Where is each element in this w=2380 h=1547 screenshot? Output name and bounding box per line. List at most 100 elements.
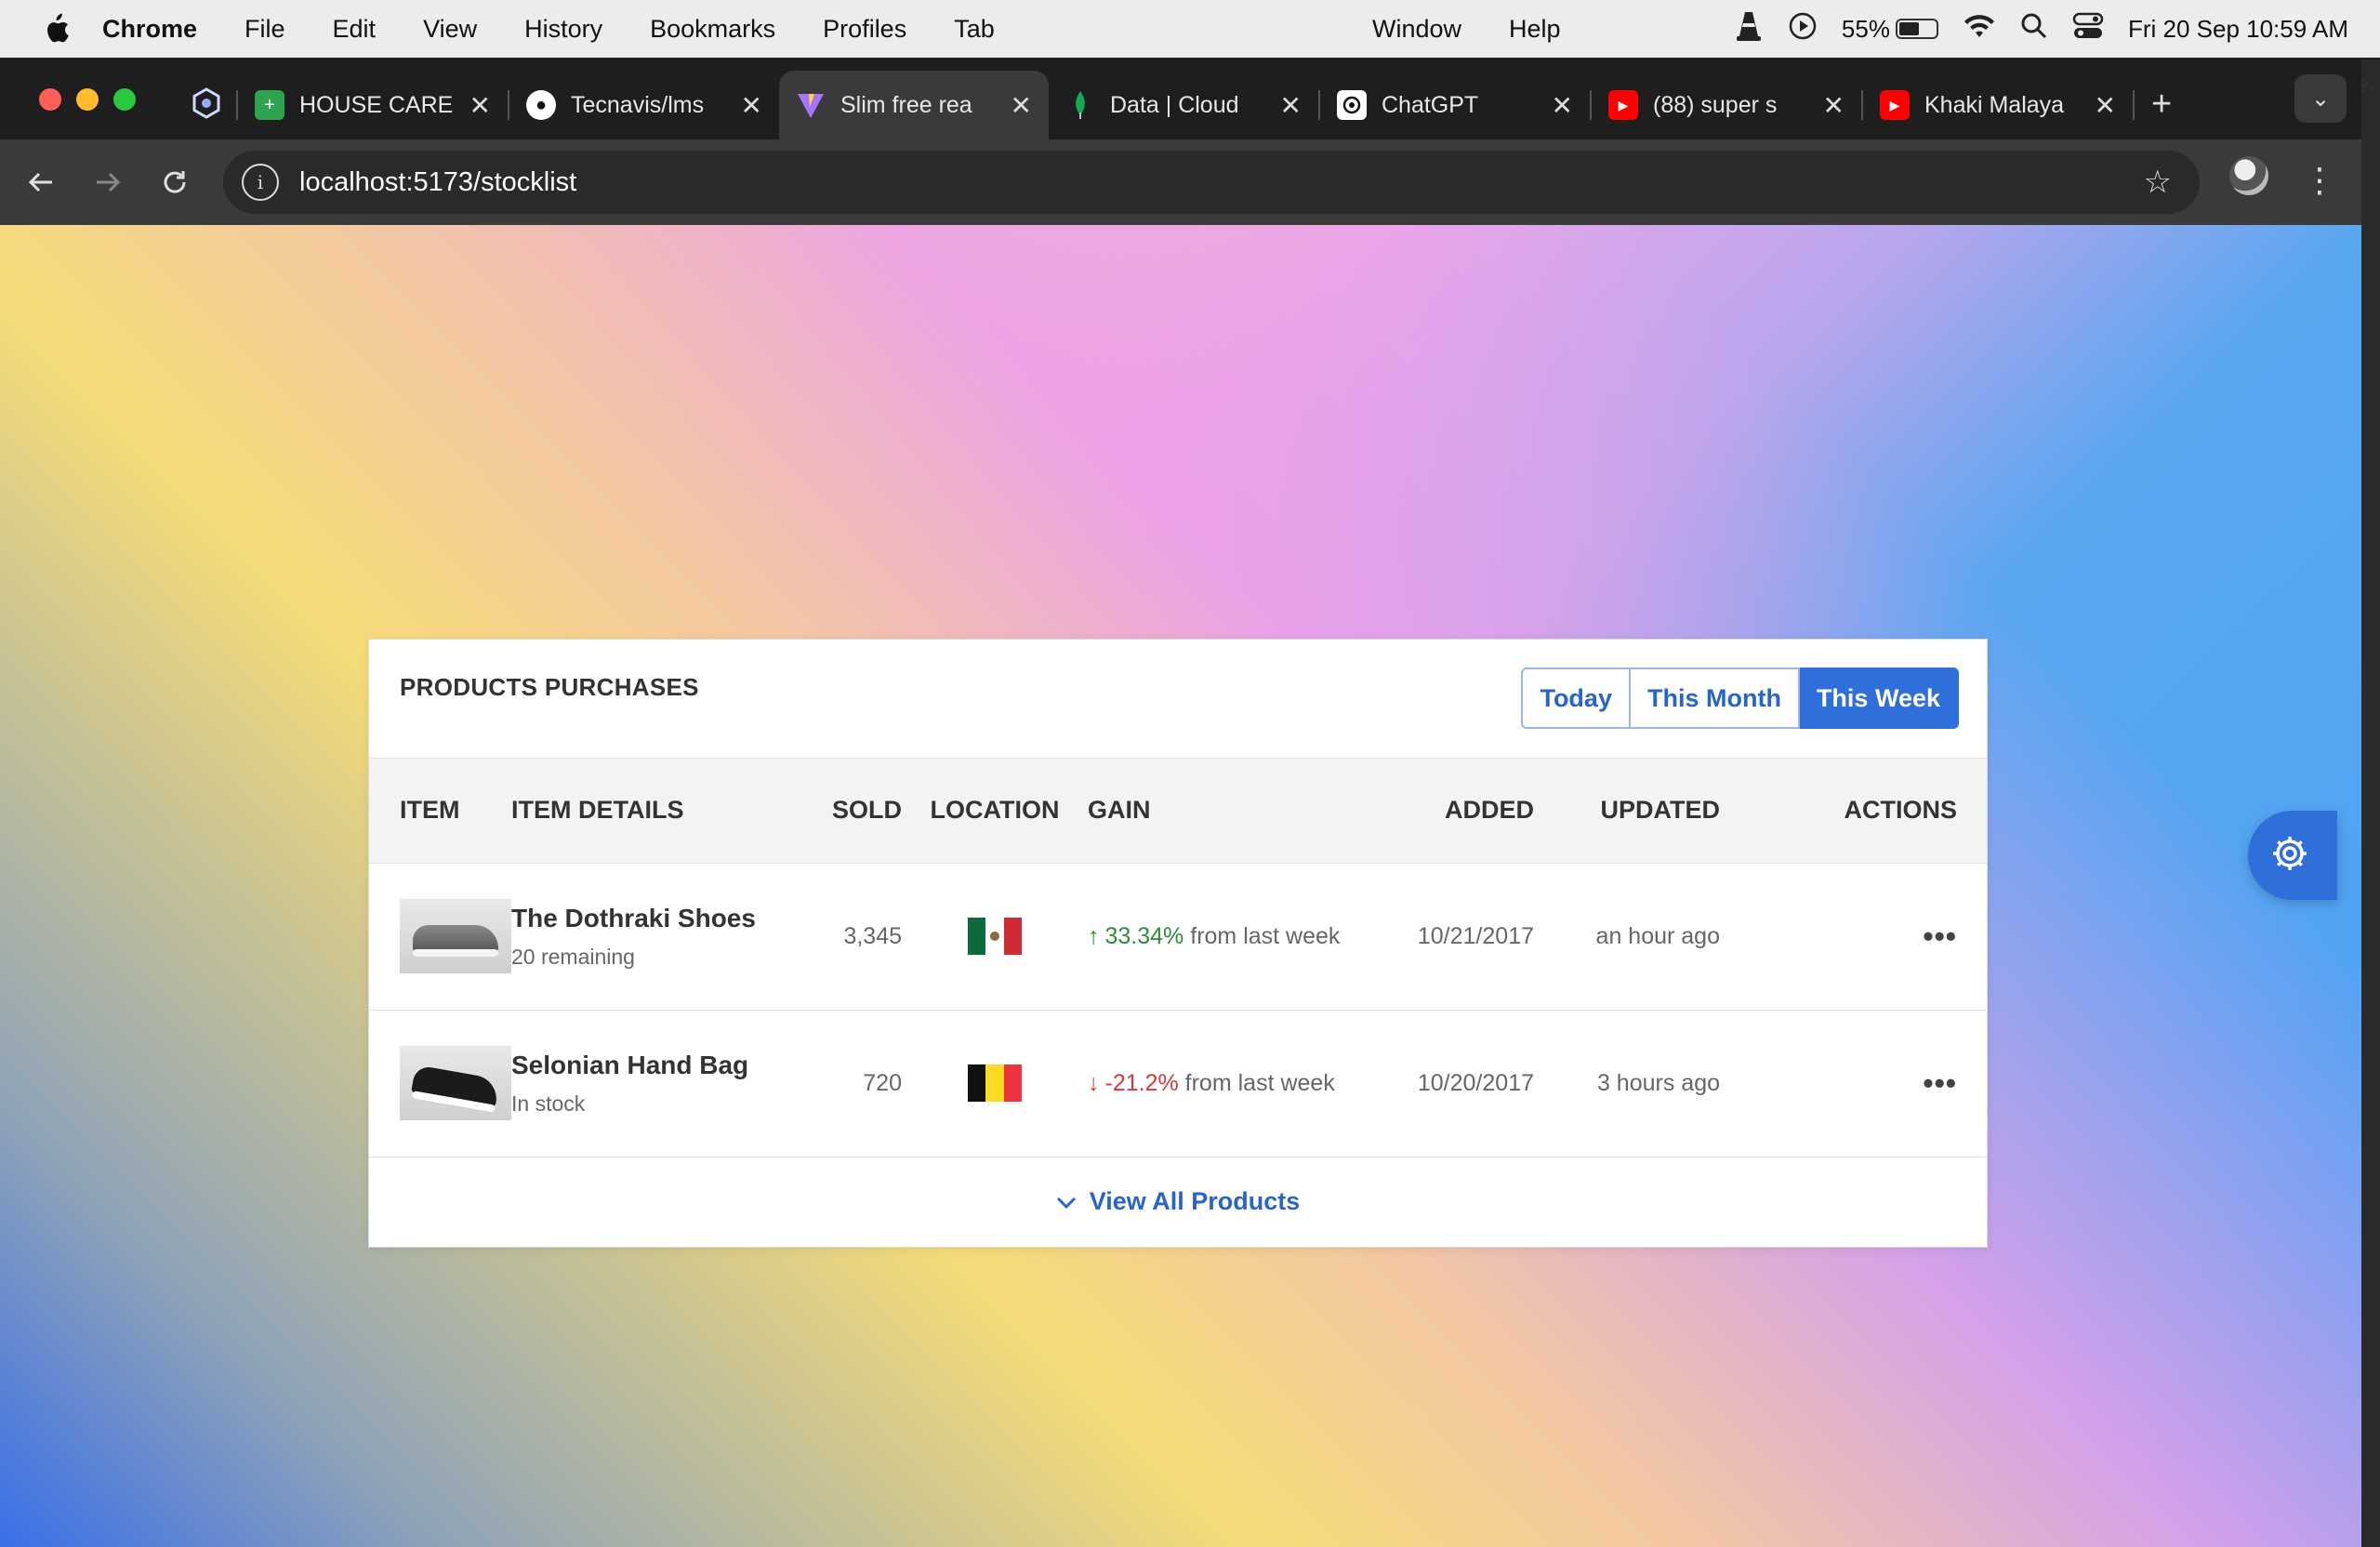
sold-count: 3,345 <box>843 922 902 949</box>
filter-this-week-button[interactable]: This Week <box>1799 668 1959 729</box>
belgium-flag-icon <box>968 1064 1022 1102</box>
battery-percent: 55% <box>1841 14 1890 43</box>
filter-this-month-button[interactable]: This Month <box>1630 668 1800 729</box>
filter-today-button[interactable]: Today <box>1521 668 1631 729</box>
table-row: The Dothraki Shoes 20 remaining 3,345 ↑ … <box>369 863 1987 1010</box>
menu-profiles[interactable]: Profiles <box>823 15 906 44</box>
view-all-products-link[interactable]: View All Products <box>1056 1186 1301 1216</box>
menu-window[interactable]: Window <box>1372 15 1461 44</box>
column-header-actions: ACTIONS <box>1844 796 1958 825</box>
close-window-button[interactable] <box>39 88 61 111</box>
vite-icon <box>796 90 826 120</box>
tab-title: Khaki Malaya <box>1924 91 2065 118</box>
spotlight-search-icon[interactable] <box>2020 12 2048 46</box>
gain-suffix: from last week <box>1183 922 1341 949</box>
table-header-row: ITEM ITEM DETAILS SOLD LOCATION GAIN ADD… <box>369 759 1987 863</box>
apple-menu-icon[interactable] <box>37 10 74 47</box>
location-cell <box>902 1010 1088 1157</box>
column-header-item: ITEM <box>400 796 460 825</box>
gain-cell: ↑ 33.34% from last week <box>1088 863 1404 1010</box>
tab-github[interactable]: ● Tecnavis/lms ✕ <box>509 71 779 139</box>
pinned-tab[interactable] <box>177 71 236 139</box>
close-tab-icon[interactable]: ✕ <box>1011 90 1032 121</box>
gain-cell: ↓ -21.2% from last week <box>1088 1010 1404 1157</box>
menu-help[interactable]: Help <box>1509 15 1561 44</box>
menu-clock[interactable]: Fri 20 Sep 10:59 AM <box>2128 15 2348 44</box>
tab-slim-active[interactable]: Slim free rea ✕ <box>779 71 1049 139</box>
gain-value: 33.34% <box>1104 922 1184 949</box>
back-arrow-icon[interactable] <box>7 149 74 216</box>
window-controls <box>39 88 136 111</box>
close-tab-icon[interactable]: ✕ <box>2095 90 2116 121</box>
close-tab-icon[interactable]: ✕ <box>1280 90 1302 121</box>
tab-youtube-super[interactable]: ▶ (88) super s ✕ <box>1592 71 1861 139</box>
tab-chatgpt[interactable]: ChatGPT ✕ <box>1320 71 1590 139</box>
media-play-icon[interactable] <box>1788 11 1818 47</box>
period-filter: Today This Month This Week <box>1521 668 1959 729</box>
tab-separator <box>2133 90 2135 120</box>
close-tab-icon[interactable]: ✕ <box>1823 90 1844 121</box>
menu-tab[interactable]: Tab <box>954 15 995 44</box>
tab-mongodb[interactable]: Data | Cloud ✕ <box>1049 71 1318 139</box>
more-options-icon[interactable]: ••• <box>1923 919 1957 953</box>
column-header-item-details: ITEM DETAILS <box>511 796 684 825</box>
new-tab-plus-icon[interactable]: + <box>2151 85 2172 125</box>
wifi-icon[interactable] <box>1963 13 1996 46</box>
app-logo-icon <box>191 86 222 124</box>
column-header-sold: SOLD <box>831 796 902 825</box>
tab-house-care[interactable]: + HOUSE CARE ✕ <box>238 71 508 139</box>
battery-status[interactable]: 55% <box>1842 15 1938 44</box>
gear-icon <box>2269 833 2310 879</box>
fullscreen-window-button[interactable] <box>113 88 136 111</box>
arrow-down-icon: ↓ <box>1088 1069 1100 1096</box>
forward-arrow-icon[interactable] <box>74 149 141 216</box>
product-name: The Dothraki Shoes <box>511 903 756 932</box>
product-thumbnail <box>400 899 511 973</box>
menu-file[interactable]: File <box>245 15 285 44</box>
menu-bookmarks[interactable]: Bookmarks <box>650 15 775 44</box>
control-center-icon[interactable] <box>2072 12 2104 46</box>
close-tab-icon[interactable]: ✕ <box>1552 90 1573 121</box>
settings-gear-button[interactable] <box>2248 811 2337 900</box>
tab-title: Slim free rea <box>840 91 972 118</box>
column-header-gain: GAIN <box>1088 796 1151 825</box>
tab-title: HOUSE CARE <box>299 91 454 118</box>
bookmark-star-icon[interactable]: ☆ <box>2144 164 2172 201</box>
table-row: Selonian Hand Bag In stock 720 ↓ -21.2% … <box>369 1010 1987 1157</box>
item-details-cell: The Dothraki Shoes 20 remaining <box>511 863 781 1010</box>
page-viewport: PRODUCTS PURCHASES Today This Month This… <box>0 225 2361 1547</box>
tab-search-chevron-icon[interactable]: ⌄ <box>2294 74 2347 123</box>
vlc-icon[interactable] <box>1734 10 1764 48</box>
close-tab-icon[interactable]: ✕ <box>469 90 491 121</box>
tab-title: Data | Cloud <box>1110 91 1239 118</box>
close-tab-icon[interactable]: ✕ <box>741 90 762 121</box>
product-name: Selonian Hand Bag <box>511 1050 749 1079</box>
macos-menu-bar: Chrome File Edit View History Bookmarks … <box>0 0 2380 58</box>
product-thumbnail <box>400 1046 511 1120</box>
item-details-cell: Selonian Hand Bag In stock <box>511 1010 781 1157</box>
reload-icon[interactable] <box>141 149 208 216</box>
view-all-products-label: View All Products <box>1089 1186 1301 1215</box>
item-cell <box>369 1010 511 1157</box>
minimize-window-button[interactable] <box>76 88 99 111</box>
products-table: ITEM ITEM DETAILS SOLD LOCATION GAIN ADD… <box>369 759 1987 1157</box>
actions-cell: ••• <box>1720 863 1987 1010</box>
browser-toolbar: i localhost:5173/stocklist ☆ ⋮ <box>0 139 2361 225</box>
menu-view[interactable]: View <box>423 15 477 44</box>
github-icon: ● <box>526 90 556 120</box>
profile-avatar[interactable] <box>2229 156 2268 195</box>
youtube-icon: ▶ <box>1608 90 1638 120</box>
chrome-menu-icon[interactable]: ⋮ <box>2296 152 2343 208</box>
tab-title: Tecnavis/lms <box>571 91 705 118</box>
more-options-icon[interactable]: ••• <box>1923 1066 1957 1100</box>
menu-app-chrome[interactable]: Chrome <box>102 15 197 44</box>
tab-title: (88) super s <box>1653 91 1778 118</box>
column-header-added: ADDED <box>1444 796 1534 825</box>
menu-history[interactable]: History <box>524 15 602 44</box>
card-title: PRODUCTS PURCHASES <box>400 673 699 701</box>
address-url[interactable]: localhost:5173/stocklist <box>299 167 576 198</box>
menu-edit[interactable]: Edit <box>333 15 377 44</box>
address-bar[interactable]: i localhost:5173/stocklist ☆ <box>223 151 2200 214</box>
tab-youtube-khaki[interactable]: ▶ Khaki Malaya ✕ <box>1863 71 2133 139</box>
site-info-icon[interactable]: i <box>242 164 279 201</box>
